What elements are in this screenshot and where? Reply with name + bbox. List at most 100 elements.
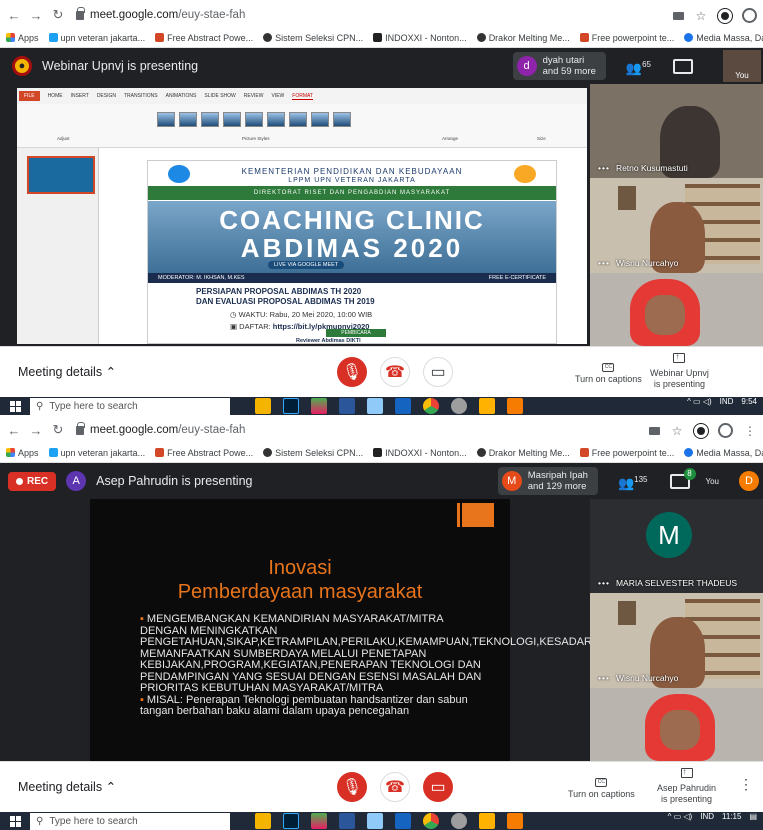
people-count-button[interactable]: 👥65 <box>626 59 651 74</box>
app-icon[interactable] <box>507 813 523 829</box>
taskbar-search[interactable]: ⚲ Type here to search <box>30 813 230 830</box>
more-options-icon[interactable]: ••• <box>598 578 610 588</box>
address-bar[interactable]: meet.google.com/euy-stae-fah <box>76 421 245 436</box>
meeting-details-button[interactable]: Meeting details ⌃ <box>18 364 116 379</box>
bookmark-apps[interactable]: Apps <box>6 448 39 458</box>
mic-off-button[interactable]: 🎙 <box>337 357 367 387</box>
bookmark-item[interactable]: Free Abstract Powe... <box>155 448 253 458</box>
ribbon-tab[interactable]: REVIEW <box>244 93 264 99</box>
participant-tile[interactable]: ••• Wisnu Nurcahyo <box>590 178 763 273</box>
people-count-button[interactable]: 👥135 <box>618 474 648 489</box>
camera-button[interactable]: ▭ <box>423 357 453 387</box>
ribbon-tab[interactable]: TRANSITIONS <box>124 93 158 99</box>
ribbon-tab[interactable]: VIEW <box>272 93 285 99</box>
picture-style-9[interactable] <box>333 112 351 127</box>
camera-indicator-icon[interactable] <box>649 426 660 435</box>
app-icon[interactable] <box>451 813 467 829</box>
windows-start-icon[interactable] <box>10 401 21 412</box>
bookmark-item[interactable]: Free powerpoint te... <box>579 448 674 458</box>
ribbon-tab-format[interactable]: FORMAT <box>292 93 314 100</box>
app-icon[interactable] <box>479 813 495 829</box>
tray-icons[interactable]: ^ ▭ ◁) <box>687 398 712 406</box>
extension-icon[interactable] <box>694 423 708 438</box>
ribbon-tab[interactable]: INSERT <box>71 93 89 99</box>
notes-icon[interactable] <box>367 813 383 829</box>
app-icon[interactable] <box>311 398 327 414</box>
picture-style-2[interactable] <box>179 112 197 127</box>
language-indicator[interactable]: IND <box>720 398 734 406</box>
profile-icon[interactable] <box>718 423 733 438</box>
app-icon[interactable] <box>311 813 327 829</box>
leave-call-button[interactable]: ☎ <box>380 772 410 802</box>
bookmark-item[interactable]: Drakor Melting Me... <box>476 448 570 458</box>
camera-off-button[interactable]: ▭ <box>423 772 453 802</box>
clock[interactable]: 11:15 <box>722 813 741 821</box>
app-icon[interactable] <box>507 398 523 414</box>
picture-style-1[interactable] <box>157 112 175 127</box>
profile-icon[interactable] <box>742 8 757 23</box>
chrome-icon[interactable] <box>423 813 439 829</box>
ribbon-tab[interactable]: DESIGN <box>97 93 116 99</box>
bookmark-item[interactable]: Sistem Seleksi CPN... <box>263 448 363 458</box>
ribbon-tab[interactable]: HOME <box>48 93 63 99</box>
picture-style-6[interactable] <box>267 112 285 127</box>
taskbar-search[interactable]: ⚲ Type here to search <box>30 398 230 415</box>
address-bar[interactable]: meet.google.com/euy-stae-fah <box>76 6 245 21</box>
meeting-details-button[interactable]: Meeting details ⌃ <box>18 779 116 794</box>
bookmark-apps[interactable]: Apps <box>6 33 39 43</box>
reload-icon[interactable]: ↻ <box>50 422 66 438</box>
chat-icon[interactable]: 8 <box>669 467 696 489</box>
clock[interactable]: 9:54 <box>741 398 757 406</box>
star-icon[interactable]: ☆ <box>694 9 708 23</box>
captions-button[interactable]: CC Turn on captions <box>575 360 642 385</box>
extension-icon[interactable] <box>718 8 732 23</box>
more-options-icon[interactable]: ••• <box>598 673 610 683</box>
forward-icon[interactable]: → <box>28 8 44 23</box>
app-icon[interactable] <box>479 398 495 414</box>
file-explorer-icon[interactable] <box>255 398 271 414</box>
back-icon[interactable]: ← <box>6 423 22 438</box>
star-icon[interactable]: ☆ <box>670 424 684 438</box>
picture-style-5[interactable] <box>245 112 263 127</box>
bookmark-item[interactable]: Free powerpoint te... <box>579 33 674 43</box>
bookmark-item[interactable]: INDOXXI - Nonton... <box>373 33 467 43</box>
chrome-icon[interactable] <box>423 398 439 414</box>
chat-icon[interactable] <box>673 58 693 74</box>
photoshop-icon[interactable] <box>283 813 299 829</box>
ribbon-tab-file[interactable]: FILE <box>19 91 40 101</box>
bookmark-item[interactable]: upn veteran jakarta... <box>48 448 145 458</box>
file-explorer-icon[interactable] <box>255 813 271 829</box>
leave-call-button[interactable]: ☎ <box>380 357 410 387</box>
more-options-icon[interactable]: ⋮ <box>739 776 753 793</box>
back-icon[interactable]: ← <box>6 8 22 23</box>
participant-tile[interactable]: M ••• MARIA SELVESTER THADEUS <box>590 499 763 593</box>
bookmark-item[interactable]: upn veteran jakarta... <box>48 33 145 43</box>
tray-icons[interactable]: ^ ▭ ◁) <box>668 813 693 821</box>
more-options-icon[interactable]: ••• <box>598 163 610 173</box>
bookmark-item[interactable]: Media Massa, Dahu... <box>684 448 763 458</box>
slide-thumbnail-1[interactable] <box>27 156 95 194</box>
word-icon[interactable] <box>339 398 355 414</box>
reload-icon[interactable]: ↻ <box>50 7 66 23</box>
participants-summary[interactable]: M Masripah Ipah and 129 more 👥135 8 You <box>497 467 719 495</box>
windows-start-icon[interactable] <box>10 816 21 827</box>
more-vert-icon[interactable]: ⋮ <box>743 424 757 438</box>
picture-style-8[interactable] <box>311 112 329 127</box>
self-participant-tile[interactable] <box>590 688 763 761</box>
camera-indicator-icon[interactable] <box>673 11 684 20</box>
mic-off-button[interactable]: 🎙 <box>337 772 367 802</box>
participant-tile[interactable]: ••• Retno Kusumastuti <box>590 84 763 178</box>
bookmark-item[interactable]: Free Abstract Powe... <box>155 33 253 43</box>
language-indicator[interactable]: IND <box>700 813 714 821</box>
participant-tile[interactable]: ••• Wisnu Nurcahyo <box>590 593 763 688</box>
bookmark-item[interactable]: INDOXXI - Nonton... <box>373 448 467 458</box>
more-options-icon[interactable]: ••• <box>598 258 610 268</box>
presenting-button[interactable]: Webinar Upnvjis presenting <box>650 351 709 390</box>
ribbon-tab[interactable]: ANIMATIONS <box>166 93 197 99</box>
picture-style-4[interactable] <box>223 112 241 127</box>
captions-button[interactable]: CC Turn on captions <box>568 775 635 800</box>
bookmark-item[interactable]: Media Massa, Dahu... <box>684 33 763 43</box>
calendar-icon[interactable] <box>395 398 411 414</box>
calendar-icon[interactable] <box>395 813 411 829</box>
picture-style-3[interactable] <box>201 112 219 127</box>
